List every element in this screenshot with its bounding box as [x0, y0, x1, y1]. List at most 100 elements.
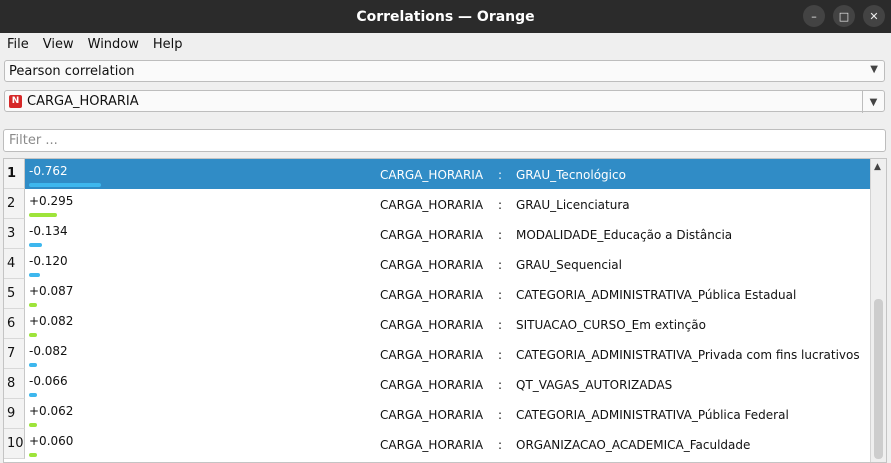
row-cells[interactable]: -0.066 CARGA_HORARIA: QT_VAGAS_AUTORIZADAS — [25, 369, 871, 399]
chevron-down-icon[interactable]: ▼ — [862, 91, 884, 113]
window-title: Correlations — Orange — [356, 8, 535, 25]
correlation-bar — [29, 303, 37, 307]
menu-window[interactable]: Window — [81, 37, 146, 52]
table-row[interactable]: 3 -0.134 CARGA_HORARIA: MODALIDADE_Educação… — [4, 219, 886, 249]
row-cells[interactable]: -0.082 CARGA_HORARIA: CATEGORIA_ADMINISTRA… — [25, 339, 871, 369]
scrollbar-thumb[interactable] — [874, 299, 883, 459]
correlation-bar — [29, 273, 40, 277]
table-row[interactable]: 5 +0.087 CARGA_HORARIA: CATEGORIA_ADMINISTR… — [4, 279, 886, 309]
window-controls: – □ ✕ — [803, 5, 885, 27]
first-variable: CARGA_HORARIA — [380, 228, 484, 242]
second-variable: MODALIDADE_Educação a Distância — [516, 228, 733, 242]
separator: : — [498, 288, 503, 302]
second-variable: GRAU_Licenciatura — [516, 198, 630, 212]
row-number[interactable]: 3 — [4, 219, 25, 249]
menu-view[interactable]: View — [36, 37, 81, 52]
second-variable: GRAU_Sequencial — [516, 258, 622, 272]
row-number[interactable]: 4 — [4, 249, 25, 279]
table-row[interactable]: 6 +0.082 CARGA_HORARIA: SITUACAO_CURSO_Em e… — [4, 309, 886, 339]
first-variable: CARGA_HORARIA — [380, 318, 484, 332]
second-variable: ORGANIZACAO_ACADEMICA_Faculdade — [516, 438, 751, 452]
row-cells[interactable]: +0.295 CARGA_HORARIA: GRAU_Licenciatura — [25, 189, 871, 219]
feature-value: CARGA_HORARIA — [27, 93, 139, 109]
second-variable: QT_VAGAS_AUTORIZADAS — [516, 378, 673, 392]
menu-file[interactable]: File — [0, 37, 36, 52]
separator: : — [498, 408, 503, 422]
correlation-bar — [29, 213, 57, 217]
separator: : — [498, 378, 503, 392]
correlation-value: +0.060 — [29, 434, 74, 448]
menu-help[interactable]: Help — [146, 37, 190, 52]
feature-select[interactable]: N CARGA_HORARIA ▼ — [4, 90, 885, 113]
correlation-bar — [29, 243, 42, 247]
first-variable: CARGA_HORARIA — [380, 168, 484, 182]
second-variable: GRAU_Tecnológico — [516, 168, 626, 182]
row-number[interactable]: 6 — [4, 309, 25, 339]
row-number[interactable]: 10 — [4, 429, 25, 459]
row-cells[interactable]: -0.134 CARGA_HORARIA: MODALIDADE_Educação … — [25, 219, 871, 249]
correlation-bar — [29, 183, 101, 187]
correlation-value: -0.762 — [29, 164, 68, 178]
table-row[interactable]: 4 -0.120 CARGA_HORARIA: GRAU_Sequencial — [4, 249, 886, 279]
chevron-down-icon: ▼ — [870, 64, 878, 75]
correlation-value: -0.120 — [29, 254, 68, 268]
table-row[interactable]: 9 +0.062 CARGA_HORARIA: CATEGORIA_ADMINISTR… — [4, 399, 886, 429]
first-variable: CARGA_HORARIA — [380, 438, 484, 452]
table-row[interactable]: 8 -0.066 CARGA_HORARIA: QT_VAGAS_AUTORIZADA… — [4, 369, 886, 399]
table-body: 1 -0.762 CARGA_HORARIA: GRAU_Tecnológico 2 +0… — [4, 159, 886, 459]
correlation-value: +0.295 — [29, 194, 74, 208]
row-number[interactable]: 9 — [4, 399, 25, 429]
correlation-bar — [29, 333, 37, 337]
separator: : — [498, 438, 503, 452]
separator: : — [498, 198, 503, 212]
separator: : — [498, 318, 503, 332]
separator: : — [498, 258, 503, 272]
minimize-icon[interactable]: – — [803, 5, 825, 27]
separator: : — [498, 168, 503, 182]
separator: : — [498, 348, 503, 362]
second-variable: SITUACAO_CURSO_Em extinção — [516, 318, 706, 332]
second-variable: CATEGORIA_ADMINISTRATIVA_Pública Estadua… — [516, 288, 797, 302]
row-cells[interactable]: -0.120 CARGA_HORARIA: GRAU_Sequencial — [25, 249, 871, 279]
title-bar: Correlations — Orange – □ ✕ — [0, 0, 891, 33]
correlation-bar — [29, 393, 37, 397]
row-cells[interactable]: +0.082 CARGA_HORARIA: SITUACAO_CURSO_Em ex… — [25, 309, 871, 339]
first-variable: CARGA_HORARIA — [380, 258, 484, 272]
menu-bar: File View Window Help — [0, 33, 891, 55]
row-cells[interactable]: +0.062 CARGA_HORARIA: CATEGORIA_ADMINISTRA… — [25, 399, 871, 429]
filter-input[interactable] — [3, 129, 886, 152]
row-cells[interactable]: +0.087 CARGA_HORARIA: CATEGORIA_ADMINISTRA… — [25, 279, 871, 309]
row-number[interactable]: 7 — [4, 339, 25, 369]
correlation-bar — [29, 423, 37, 427]
separator: : — [498, 228, 503, 242]
maximize-icon[interactable]: □ — [833, 5, 855, 27]
row-number[interactable]: 2 — [4, 189, 25, 219]
close-icon[interactable]: ✕ — [863, 5, 885, 27]
vertical-scrollbar[interactable]: ▲ — [870, 159, 886, 462]
first-variable: CARGA_HORARIA — [380, 288, 484, 302]
numeric-variable-icon: N — [9, 94, 22, 108]
table-row[interactable]: 7 -0.082 CARGA_HORARIA: CATEGORIA_ADMINISTR… — [4, 339, 886, 369]
correlation-bar — [29, 453, 37, 457]
first-variable: CARGA_HORARIA — [380, 408, 484, 422]
correlation-value: +0.082 — [29, 314, 74, 328]
row-number[interactable]: 8 — [4, 369, 25, 399]
first-variable: CARGA_HORARIA — [380, 348, 484, 362]
correlation-value: -0.066 — [29, 374, 68, 388]
table-row[interactable]: 2 +0.295 CARGA_HORARIA: GRAU_Licenciatura — [4, 189, 886, 219]
first-variable: CARGA_HORARIA — [380, 378, 484, 392]
correlation-type-select[interactable]: Pearson correlation ▼ — [4, 60, 885, 82]
table-row[interactable]: 1 -0.762 CARGA_HORARIA: GRAU_Tecnológico — [4, 159, 886, 189]
row-cells[interactable]: -0.762 CARGA_HORARIA: GRAU_Tecnológico — [25, 159, 871, 189]
second-variable: CATEGORIA_ADMINISTRATIVA_Pública Federal — [516, 408, 789, 422]
correlation-bar — [29, 363, 37, 367]
row-number[interactable]: 1 — [4, 159, 25, 189]
correlation-type-value: Pearson correlation — [9, 63, 135, 79]
second-variable: CATEGORIA_ADMINISTRATIVA_Privada com fin… — [516, 348, 860, 362]
row-cells[interactable]: +0.060 CARGA_HORARIA: ORGANIZACAO_ACADEMIC… — [25, 429, 871, 459]
table-row[interactable]: 10 +0.060 CARGA_HORARIA: ORGANIZACAO_ACADEM… — [4, 429, 886, 459]
row-number[interactable]: 5 — [4, 279, 25, 309]
correlations-table: 1 -0.762 CARGA_HORARIA: GRAU_Tecnológico 2 +0… — [3, 158, 887, 463]
correlation-value: +0.087 — [29, 284, 74, 298]
scroll-up-icon[interactable]: ▲ — [874, 162, 881, 172]
